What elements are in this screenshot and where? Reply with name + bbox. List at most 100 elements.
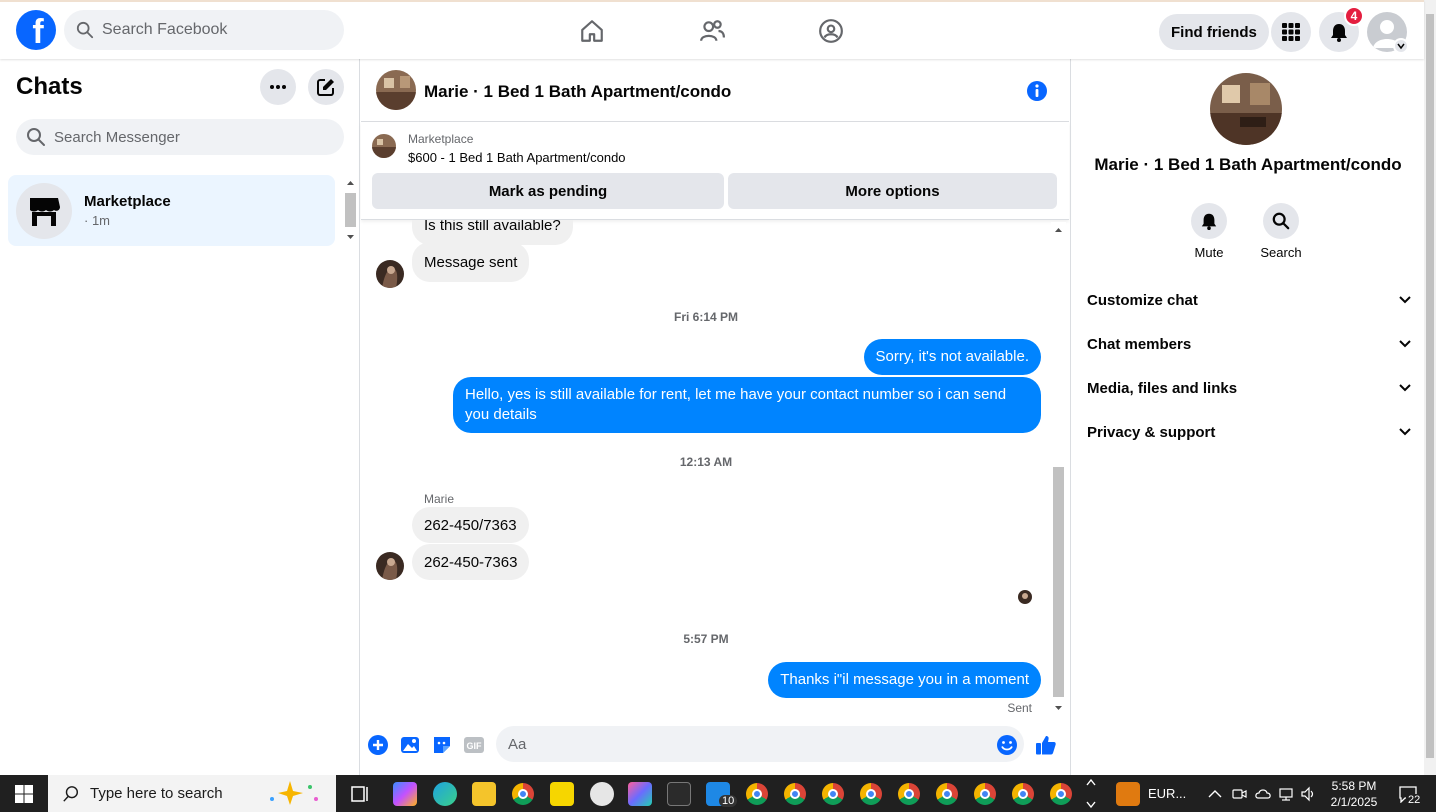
- info-icon[interactable]: [1026, 80, 1048, 102]
- mute-action[interactable]: Mute: [1179, 203, 1239, 260]
- account-menu-chevron-icon[interactable]: [1393, 38, 1409, 54]
- facebook-logo-icon[interactable]: f: [16, 10, 56, 50]
- microsoft-365-icon[interactable]: [628, 782, 652, 806]
- search-icon: [63, 785, 79, 802]
- new-message-button[interactable]: [308, 69, 344, 105]
- chrome-window-icon[interactable]: [898, 783, 920, 805]
- meet-now-icon[interactable]: [1231, 786, 1247, 802]
- chevron-down-icon: [1399, 340, 1411, 348]
- sticker-icon[interactable]: [431, 734, 453, 756]
- scroll-up-arrow-icon[interactable]: [1051, 224, 1066, 236]
- search-icon: [27, 128, 45, 146]
- messenger-search-input[interactable]: Search Messenger: [16, 119, 344, 155]
- paint-app-icon[interactable]: [590, 782, 614, 806]
- menu-grid-button[interactable]: [1271, 12, 1311, 52]
- page-scrollbar-thumb[interactable]: [1426, 14, 1434, 758]
- edge-browser-icon[interactable]: [433, 782, 457, 806]
- friends-icon[interactable]: [699, 18, 725, 44]
- home-icon[interactable]: [579, 18, 605, 44]
- show-hidden-icons-chevron-icon[interactable]: [1208, 789, 1222, 799]
- sender-avatar[interactable]: [376, 260, 404, 288]
- compose-icon: [317, 79, 334, 96]
- mute-button[interactable]: [1191, 203, 1227, 239]
- taskbar-search-input[interactable]: Type here to search: [48, 775, 336, 812]
- currency-widget-icon[interactable]: [1116, 782, 1140, 806]
- media-files-links-section[interactable]: Media, files and links: [1087, 366, 1411, 410]
- taskbar-clock[interactable]: 5:58 PM 2/1/2025: [1322, 778, 1386, 810]
- copilot-sparkle-icon[interactable]: [264, 779, 324, 807]
- network-icon[interactable]: [1278, 786, 1294, 802]
- task-view-icon[interactable]: [348, 782, 372, 806]
- search-conversation-button[interactable]: [1263, 203, 1299, 239]
- details-avatar[interactable]: [1210, 73, 1282, 145]
- chrome-window-icon[interactable]: [746, 783, 768, 805]
- section-label: Media, files and links: [1087, 379, 1238, 397]
- incoming-message: Message sent: [412, 242, 530, 282]
- incoming-message: 262-450-7363: [412, 544, 530, 580]
- chrome-profile-icon[interactable]: [512, 783, 534, 805]
- plus-icon[interactable]: [367, 734, 389, 756]
- chevron-down-icon: [1399, 296, 1411, 304]
- chat-list-scrollbar[interactable]: [343, 175, 358, 245]
- chrome-window-icon[interactable]: [1012, 783, 1034, 805]
- clock-date: 2/1/2025: [1330, 795, 1378, 809]
- gif-icon[interactable]: GIF: [463, 734, 485, 756]
- conversation-scrollbar[interactable]: [1051, 222, 1066, 716]
- chrome-window-icon[interactable]: [784, 783, 806, 805]
- listing-source-label: Marketplace: [408, 132, 474, 146]
- sticky-notes-icon[interactable]: [550, 782, 574, 806]
- mark-as-pending-button[interactable]: Mark as pending: [372, 173, 724, 209]
- more-options-button[interactable]: More options: [728, 173, 1057, 209]
- volume-icon[interactable]: [1300, 786, 1316, 802]
- conversation-avatar[interactable]: [376, 70, 416, 110]
- listing-description[interactable]: $600 - 1 Bed 1 Bath Apartment/condo: [408, 150, 626, 165]
- top-navigation-bar: f Search Facebook Find friends 4: [0, 0, 1424, 59]
- notification-center-count: 22: [1406, 794, 1423, 806]
- chrome-window-icon[interactable]: [860, 783, 882, 805]
- apartment-photo-icon: [376, 70, 416, 110]
- chat-list-item-marketplace[interactable]: Marketplace · 1m: [8, 175, 335, 246]
- search-action[interactable]: Search: [1251, 203, 1311, 260]
- message-timestamp: 12:13 AM: [679, 455, 733, 469]
- groups-icon[interactable]: [818, 18, 844, 44]
- page-scrollbar[interactable]: [1424, 0, 1436, 775]
- chrome-window-icon[interactable]: [936, 783, 958, 805]
- conversation-title[interactable]: Marie · 1 Bed 1 Bath Apartment/condo: [424, 82, 731, 102]
- outgoing-message: Thanks i"il message you in a moment: [768, 662, 1041, 698]
- start-button[interactable]: [0, 775, 48, 812]
- scroll-down-arrow-icon[interactable]: [1051, 702, 1066, 714]
- conversation-scrollbar-thumb[interactable]: [1053, 467, 1064, 697]
- copilot-app-icon[interactable]: [393, 782, 417, 806]
- sender-photo-icon: [376, 260, 404, 288]
- onedrive-cloud-icon[interactable]: [1255, 786, 1271, 802]
- chrome-window-icon[interactable]: [822, 783, 844, 805]
- sender-avatar[interactable]: [376, 552, 404, 580]
- marketplace-listing-banner: Marketplace $600 - 1 Bed 1 Bath Apartmen…: [361, 122, 1069, 220]
- listing-thumbnail[interactable]: [372, 134, 396, 158]
- conversation-details-panel: Marie · 1 Bed 1 Bath Apartment/condo Mut…: [1070, 59, 1424, 775]
- message-timestamp: Fri 6:14 PM: [673, 310, 739, 324]
- section-label: Chat members: [1087, 335, 1192, 353]
- message-input[interactable]: Aa: [496, 726, 1024, 762]
- chats-options-button[interactable]: [260, 69, 296, 105]
- find-friends-button[interactable]: Find friends: [1159, 14, 1269, 50]
- message-composer: GIF Aa: [361, 721, 1069, 769]
- more-dots-icon: [270, 85, 286, 89]
- mute-label: Mute: [1194, 245, 1224, 260]
- chat-members-section[interactable]: Chat members: [1087, 322, 1411, 366]
- taskbar-scroll-arrows-icon[interactable]: [1085, 775, 1097, 812]
- office-tools-icon[interactable]: [667, 782, 691, 806]
- chrome-window-icon[interactable]: [1050, 783, 1072, 805]
- privacy-support-section[interactable]: Privacy & support: [1087, 410, 1411, 454]
- read-receipt-avatar: [1018, 590, 1032, 604]
- photo-icon[interactable]: [399, 734, 421, 756]
- facebook-search-input[interactable]: Search Facebook: [64, 10, 344, 50]
- file-explorer-icon[interactable]: [472, 782, 496, 806]
- emoji-icon[interactable]: [996, 734, 1018, 756]
- customize-chat-section[interactable]: Customize chat: [1087, 278, 1411, 322]
- chrome-window-icon[interactable]: [974, 783, 996, 805]
- outgoing-message: Hello, yes is still available for rent, …: [453, 377, 1041, 433]
- messenger-search-placeholder: Search Messenger: [54, 128, 180, 146]
- currency-widget-text[interactable]: EUR...: [1148, 786, 1186, 801]
- thumbs-up-icon[interactable]: [1035, 734, 1057, 756]
